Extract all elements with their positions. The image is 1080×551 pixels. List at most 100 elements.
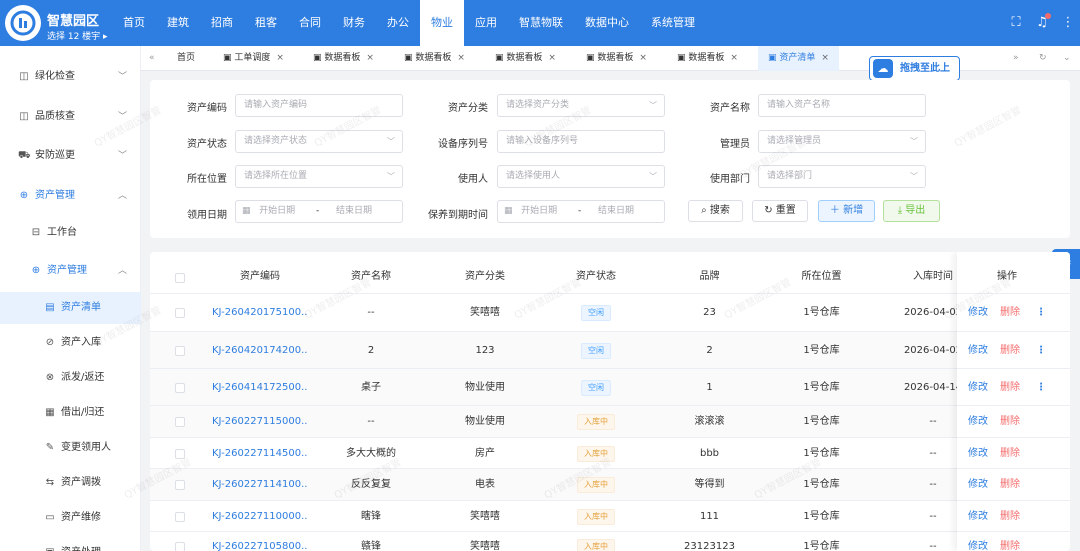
row-checkbox[interactable] (175, 345, 185, 356)
sidebar-item[interactable]: ▤ 资产清单 (0, 292, 141, 324)
edit-link[interactable]: 修改 (968, 469, 988, 501)
tab-item[interactable]: ▣ 数据看板 × (495, 46, 556, 71)
tab-item[interactable]: 首页 (177, 46, 195, 71)
asset-code-link[interactable]: KJ-260227115000... (212, 406, 308, 438)
delete-link[interactable]: 删除 (1000, 501, 1020, 532)
edit-link[interactable]: 修改 (968, 294, 988, 332)
receive-date-range[interactable]: ▦ 开始日期 - 结束日期 (235, 200, 403, 223)
nav-item[interactable]: 应用 (464, 0, 508, 46)
upload-dropzone[interactable]: ☁拖拽至此上传 (869, 56, 960, 97)
select-all-checkbox[interactable] (175, 273, 185, 283)
more-icon[interactable]: ⋮ (1060, 15, 1076, 31)
nav-item[interactable]: 系统管理 (640, 0, 706, 46)
row-checkbox[interactable] (175, 511, 185, 522)
asset-code-link[interactable]: KJ-260227114100... (212, 469, 308, 501)
table-row[interactable]: KJ-260227115000... -- 物业使用 入库中 滚滚滚 1号仓库 -- (150, 405, 1070, 437)
sidebar-item[interactable]: ⊗ 派发/返还 (0, 362, 141, 394)
close-icon[interactable]: × (730, 53, 738, 63)
row-checkbox[interactable] (175, 542, 185, 551)
serial-no-input[interactable]: 请输入设备序列号 (497, 130, 665, 153)
delete-link[interactable]: 删除 (1000, 406, 1020, 438)
nav-item[interactable]: 建筑 (156, 0, 200, 46)
edit-link[interactable]: 修改 (968, 501, 988, 532)
tab-item[interactable]: ▣ 数据看板 × (677, 46, 738, 71)
nav-item[interactable]: 租客 (244, 0, 288, 46)
sidebar-item[interactable]: ⊕ 资产管理 ︿ (0, 180, 141, 212)
tabs-menu-icon[interactable]: ⌄ (1063, 46, 1071, 71)
manager-select[interactable]: 请选择管理员 ﹀ (758, 130, 926, 153)
table-row[interactable]: KJ-260414172500... 桌子 物业使用 空闲 1 1号仓库 2026-04-1… (150, 368, 1070, 405)
close-icon[interactable]: × (366, 53, 374, 63)
close-icon[interactable]: × (548, 53, 556, 63)
table-row[interactable]: KJ-260420175100... -- 笑嘻嘻 空闲 23 1号仓库 2026-04-0… (150, 293, 1070, 331)
nav-item[interactable]: 数据中心 (574, 0, 640, 46)
edit-link[interactable]: 修改 (968, 532, 988, 551)
sidebar-item[interactable]: ⊘ 资产入库 (0, 327, 141, 359)
sidebar-item[interactable]: ◫ 品质核查 ﹀ (0, 101, 141, 133)
sidebar-item[interactable]: ⊕ 资产管理 ︿ (0, 255, 141, 287)
row-checkbox[interactable] (175, 417, 185, 427)
row-checkbox[interactable] (175, 480, 185, 490)
edit-link[interactable]: 修改 (968, 406, 988, 438)
edit-link[interactable]: 修改 (968, 369, 988, 406)
table-row[interactable]: KJ-260227114100... 反反复复 电表 入库中 等得到 1号仓库 -- (150, 468, 1070, 500)
delete-link[interactable]: 删除 (1000, 369, 1020, 406)
nav-item[interactable]: 财务 (332, 0, 376, 46)
asset-code-link[interactable]: KJ-260420175100... (212, 294, 308, 332)
asset-status-select[interactable]: 请选择资产状态 ﹀ (235, 130, 403, 153)
close-icon[interactable]: × (457, 53, 465, 63)
fullscreen-icon[interactable]: ⛶ (1008, 15, 1024, 31)
delete-link[interactable]: 删除 (1000, 332, 1020, 369)
department-select[interactable]: 请选择部门 ﹀ (758, 165, 926, 188)
tab-item[interactable]: ▣ 工单调度 × (223, 46, 284, 71)
edit-link[interactable]: 修改 (968, 438, 988, 469)
tab-item[interactable]: ▣ 资产清单 × (758, 46, 839, 71)
tabs-prev-icon[interactable]: « (149, 46, 155, 71)
more-actions-icon[interactable]: ⋮ (1036, 332, 1046, 369)
tab-item[interactable]: ▣ 数据看板 × (404, 46, 465, 71)
sidebar-item[interactable]: ⇆ 资产调拨 (0, 467, 141, 499)
sidebar-item[interactable]: ⛟ 安防巡更 ﹀ (0, 140, 141, 172)
close-icon[interactable]: × (276, 53, 284, 63)
row-checkbox[interactable] (175, 308, 185, 318)
nav-item[interactable]: 物业 (420, 0, 464, 46)
warranty-date-range[interactable]: ▦ 开始日期 - 结束日期 (497, 200, 665, 223)
row-checkbox[interactable] (175, 382, 185, 393)
row-checkbox[interactable] (175, 448, 185, 459)
asset-code-link[interactable]: KJ-260227110000... (212, 501, 308, 532)
nav-item[interactable]: 合同 (288, 0, 332, 46)
sidebar-item[interactable]: ✎ 变更领用人 (0, 432, 141, 464)
table-row[interactable]: KJ-260227110000... 瞎锋 笑嘻嘻 入库中 111 1号仓库 -- (150, 500, 1070, 531)
close-icon[interactable]: × (821, 53, 829, 63)
nav-item[interactable]: 办公 (376, 0, 420, 46)
bell-icon[interactable]: ♫ (1034, 13, 1051, 31)
table-row[interactable]: KJ-260227114500... 多大大概的 房产 入库中 bbb 1号仓库 -- (150, 437, 1070, 468)
more-actions-icon[interactable]: ⋮ (1036, 369, 1046, 406)
refresh-icon[interactable]: ↻ (1039, 46, 1047, 71)
delete-link[interactable]: 删除 (1000, 438, 1020, 469)
nav-item[interactable]: 首页 (112, 0, 156, 46)
sidebar-item[interactable]: ⊟ 工作台 (0, 217, 141, 249)
more-actions-icon[interactable]: ⋮ (1036, 294, 1046, 332)
asset-code-input[interactable]: 请输入资产编码 (235, 94, 403, 117)
user-select[interactable]: 请选择使用人 ﹀ (497, 165, 665, 188)
asset-name-input[interactable]: 请输入资产名称 (758, 94, 926, 117)
tabs-next-icon[interactable]: » (1013, 46, 1019, 71)
search-button[interactable]: ⌕ 搜索 (688, 200, 743, 222)
reset-button[interactable]: ↻ 重置 (752, 200, 808, 222)
delete-link[interactable]: 删除 (1000, 532, 1020, 551)
asset-code-link[interactable]: KJ-260227105800... (212, 532, 308, 551)
add-button[interactable]: ＋ 新增 (818, 200, 875, 222)
building-selector[interactable]: 选择 12 楼宇 ▸ (47, 29, 108, 42)
sidebar-item[interactable]: ▦ 借出/归还 (0, 397, 141, 429)
table-row[interactable]: KJ-260420174200... 2 123 空闲 2 1号仓库 2026-04-02 (150, 331, 1070, 368)
tab-item[interactable]: ▣ 数据看板 × (313, 46, 374, 71)
sidebar-item[interactable]: ▣ 资产处理 (0, 537, 141, 551)
asset-code-link[interactable]: KJ-260227114500... (212, 438, 308, 469)
sidebar-item[interactable]: ▭ 资产维修 (0, 502, 141, 534)
asset-code-link[interactable]: KJ-260414172500... (212, 369, 308, 406)
tab-item[interactable]: ▣ 数据看板 × (586, 46, 647, 71)
close-icon[interactable]: × (639, 53, 647, 63)
delete-link[interactable]: 删除 (1000, 469, 1020, 501)
export-button[interactable]: ⤓ 导出 (883, 200, 940, 222)
